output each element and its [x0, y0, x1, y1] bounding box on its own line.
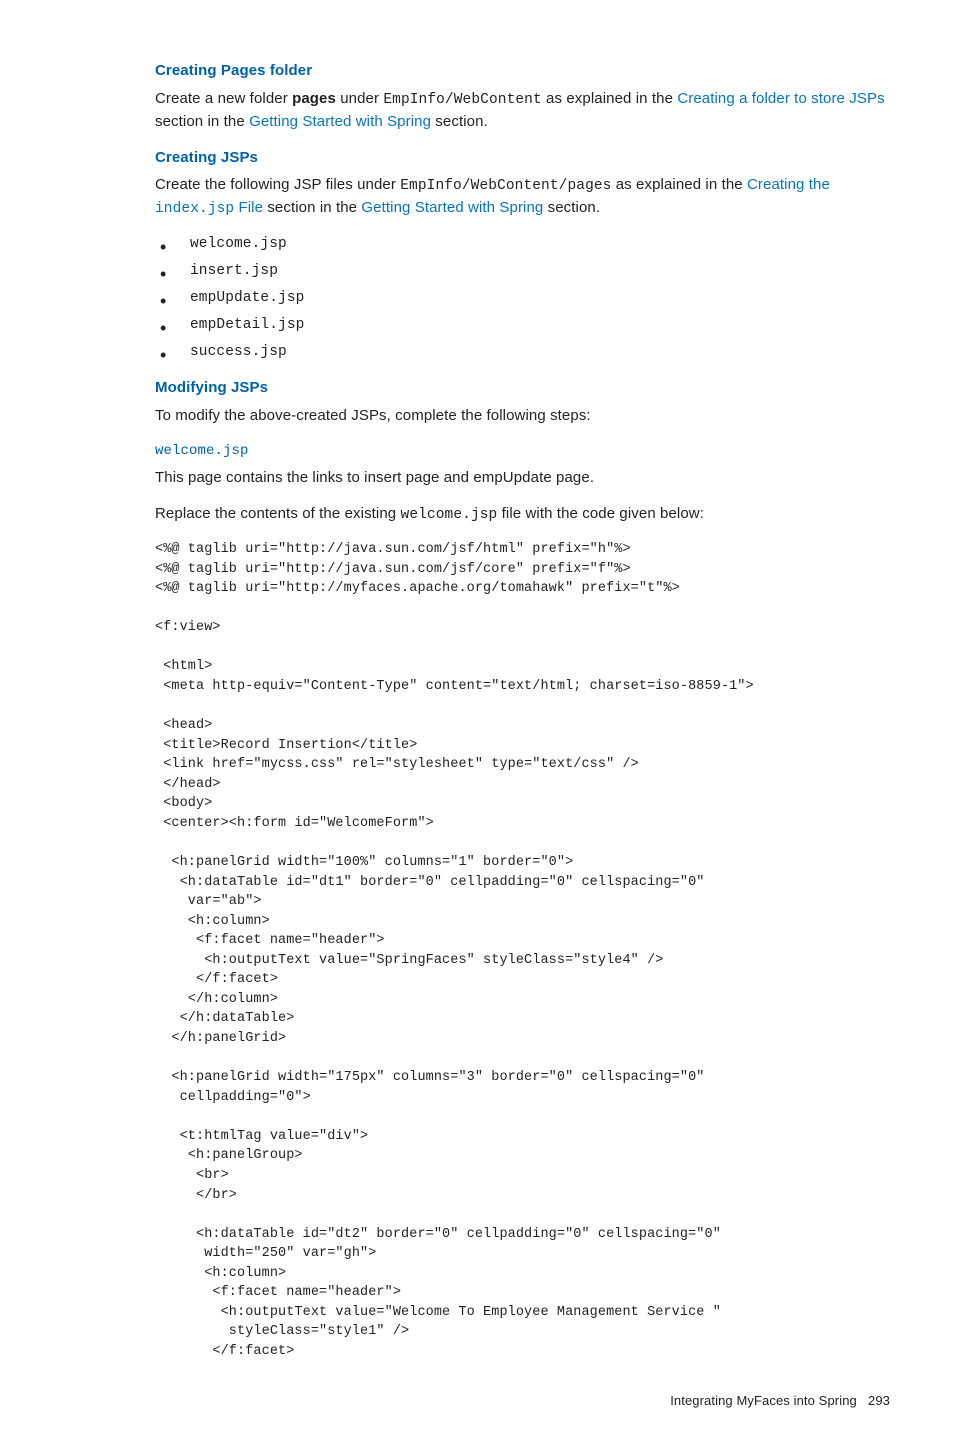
- heading-creating-jsps: Creating JSPs: [155, 147, 894, 169]
- text-fragment: Creating the: [747, 176, 830, 193]
- path-empinfo-webcontent: EmpInfo/WebContent: [383, 92, 541, 108]
- jsp-file-list: welcome.jsp insert.jsp empUpdate.jsp emp…: [155, 234, 894, 363]
- path-empinfo-webcontent-pages: EmpInfo/WebContent/pages: [400, 178, 611, 194]
- text-fragment: under: [336, 90, 383, 107]
- link-getting-started-spring[interactable]: Getting Started with Spring: [249, 113, 431, 130]
- text-fragment: File: [234, 199, 263, 216]
- page-footer: Integrating MyFaces into Spring 293: [155, 1392, 894, 1411]
- text-fragment: Create the following JSP files under: [155, 176, 400, 193]
- code-block-welcome-jsp: <%@ taglib uri="http://java.sun.com/jsf/…: [155, 540, 894, 1362]
- text-fragment: section in the: [155, 113, 249, 130]
- para-welcome-desc: This page contains the links to insert p…: [155, 467, 894, 489]
- text-fragment: Create a new folder: [155, 90, 292, 107]
- subheading-welcome-jsp: welcome.jsp: [155, 441, 894, 461]
- list-item: empDetail.jsp: [190, 315, 894, 336]
- list-item: success.jsp: [190, 342, 894, 363]
- mono-index-jsp: index.jsp: [155, 201, 234, 217]
- list-item: welcome.jsp: [190, 234, 894, 255]
- mono-welcome-jsp: welcome.jsp: [401, 507, 498, 523]
- text-fragment: file with the code given below:: [497, 505, 704, 522]
- para-creating-pages-folder: Create a new folder pages under EmpInfo/…: [155, 88, 894, 133]
- link-getting-started-spring-2[interactable]: Getting Started with Spring: [361, 199, 543, 216]
- link-creating-folder-store-jsps[interactable]: Creating a folder to store JSPs: [677, 90, 884, 107]
- heading-modifying-jsps: Modifying JSPs: [155, 377, 894, 399]
- text-fragment: as explained in the: [611, 176, 747, 193]
- text-fragment: as explained in the: [542, 90, 678, 107]
- text-fragment: section.: [543, 199, 600, 216]
- para-modifying-jsps: To modify the above-created JSPs, comple…: [155, 405, 894, 427]
- footer-title: Integrating MyFaces into Spring: [670, 1393, 857, 1408]
- heading-creating-pages-folder: Creating Pages folder: [155, 60, 894, 82]
- text-fragment: section.: [431, 113, 488, 130]
- para-creating-jsps: Create the following JSP files under Emp…: [155, 174, 894, 220]
- text-fragment: Replace the contents of the existing: [155, 505, 401, 522]
- list-item: insert.jsp: [190, 261, 894, 282]
- list-item: empUpdate.jsp: [190, 288, 894, 309]
- bold-pages: pages: [292, 90, 336, 107]
- para-replace-contents: Replace the contents of the existing wel…: [155, 503, 894, 526]
- page-number: 293: [868, 1393, 890, 1408]
- text-fragment: section in the: [263, 199, 361, 216]
